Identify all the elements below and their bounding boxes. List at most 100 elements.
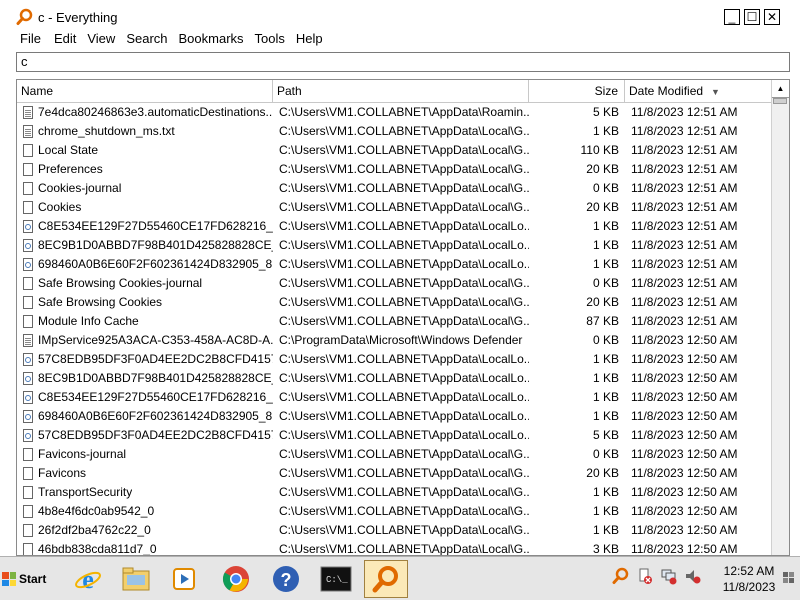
file-name: C8E534EE129F27D55460CE17FD628216_113...: [38, 219, 273, 233]
image-file-icon: [23, 220, 33, 233]
file-name-cell[interactable]: 7e4dca80246863e3.automaticDestinations..…: [17, 103, 273, 122]
windows-logo-icon: [2, 572, 16, 586]
clock[interactable]: 12:52 AM 11/8/2023: [716, 563, 782, 595]
table-row[interactable]: 7e4dca80246863e3.automaticDestinations..…: [17, 103, 773, 122]
table-row[interactable]: 57C8EDB95DF3F0AD4EE2DC2B8CFD4157 C:\Users…: [17, 350, 773, 369]
file-name-cell[interactable]: Safe Browsing Cookies-journal: [17, 274, 273, 293]
media-player-icon[interactable]: [162, 560, 206, 598]
table-row[interactable]: 698460A0B6E60F2F602361424D832905_8BB... C…: [17, 407, 773, 426]
table-row[interactable]: Cookies-journal C:\Users\VM1.COLLABNET\Ap…: [17, 179, 773, 198]
table-row[interactable]: Favicons-journal C:\Users\VM1.COLLABNET\A…: [17, 445, 773, 464]
minimize-button[interactable]: _: [724, 9, 740, 25]
chrome-icon[interactable]: [214, 560, 258, 598]
menu-tools[interactable]: Tools: [255, 30, 295, 50]
file-path: C:\Users\VM1.COLLABNET\AppData\Local\G..…: [279, 200, 529, 214]
file-name-cell[interactable]: Cookies: [17, 198, 273, 217]
internet-explorer-icon[interactable]: e: [66, 560, 110, 598]
file-name-cell[interactable]: Safe Browsing Cookies: [17, 293, 273, 312]
table-row[interactable]: chrome_shutdown_ms.txt C:\Users\VM1.COLLA…: [17, 122, 773, 141]
file-name: 26f2df2ba4762c22_0: [38, 523, 151, 537]
help-icon[interactable]: ?: [264, 560, 308, 598]
maximize-button[interactable]: ☐: [744, 9, 760, 25]
file-name-cell[interactable]: TransportSecurity: [17, 483, 273, 502]
column-size-header[interactable]: Size: [529, 80, 625, 102]
menu-bookmarks[interactable]: Bookmarks: [179, 30, 254, 50]
table-row[interactable]: 8EC9B1D0ABBD7F98B401D425828828CE_13... C:…: [17, 369, 773, 388]
command-prompt-icon[interactable]: C:\_: [314, 560, 358, 598]
table-row[interactable]: Safe Browsing Cookies C:\Users\VM1.COLLAB…: [17, 293, 773, 312]
file-name-cell[interactable]: Favicons-journal: [17, 445, 273, 464]
column-name-header[interactable]: Name: [17, 80, 273, 102]
file-name-cell[interactable]: C8E534EE129F27D55460CE17FD628216_113...: [17, 217, 273, 236]
file-name-cell[interactable]: 8EC9B1D0ABBD7F98B401D425828828CE_13...: [17, 369, 273, 388]
file-name-cell[interactable]: Preferences: [17, 160, 273, 179]
image-file-icon: [23, 239, 33, 252]
column-path-header[interactable]: Path: [273, 80, 529, 102]
file-path: C:\Users\VM1.COLLABNET\AppData\Local\G..…: [279, 276, 529, 290]
file-name-cell[interactable]: 26f2df2ba4762c22_0: [17, 521, 273, 540]
table-row[interactable]: Safe Browsing Cookies-journal C:\Users\VM…: [17, 274, 773, 293]
scroll-thumb[interactable]: [773, 98, 787, 104]
everything-tray-icon[interactable]: [612, 567, 630, 585]
table-row[interactable]: Preferences C:\Users\VM1.COLLABNET\AppDat…: [17, 160, 773, 179]
file-name-cell[interactable]: IMpService925A3ACA-C353-458A-AC8D-A...: [17, 331, 273, 350]
scroll-up-icon[interactable]: ▲: [772, 80, 789, 98]
file-size: 3 KB: [592, 542, 619, 556]
file-size: 0 KB: [592, 447, 619, 461]
table-row[interactable]: 4b8e4f6dc0ab9542_0 C:\Users\VM1.COLLABNET…: [17, 502, 773, 521]
table-row[interactable]: 26f2df2ba4762c22_0 C:\Users\VM1.COLLABNET…: [17, 521, 773, 540]
file-date-modified: 11/8/2023 12:51 AM: [631, 124, 738, 138]
clock-date: 11/8/2023: [722, 580, 776, 594]
file-name-cell[interactable]: 57C8EDB95DF3F0AD4EE2DC2B8CFD4157: [17, 426, 273, 445]
table-row[interactable]: TransportSecurity C:\Users\VM1.COLLABNET\…: [17, 483, 773, 502]
table-row[interactable]: IMpService925A3ACA-C353-458A-AC8D-A... C:…: [17, 331, 773, 350]
file-name-cell[interactable]: 4b8e4f6dc0ab9542_0: [17, 502, 273, 521]
volume-icon[interactable]: [684, 567, 702, 585]
search-input[interactable]: c: [16, 52, 790, 72]
table-row[interactable]: 698460A0B6E60F2F602361424D832905_8BB... C…: [17, 255, 773, 274]
file-icon: [23, 486, 33, 499]
clock-time: 12:52 AM: [723, 564, 775, 578]
action-center-icon[interactable]: [636, 567, 654, 585]
everything-search-icon[interactable]: [364, 560, 408, 598]
menu-view[interactable]: View: [87, 30, 125, 50]
show-desktop-flag-icon[interactable]: [782, 571, 796, 585]
start-button[interactable]: Start: [2, 564, 52, 594]
file-name-cell[interactable]: Local State: [17, 141, 273, 160]
file-size: 1 KB: [592, 371, 619, 385]
title-bar[interactable]: c - Everything _ ☐ ✕: [0, 0, 800, 30]
menu-search[interactable]: Search: [126, 30, 177, 50]
file-name-cell[interactable]: 57C8EDB95DF3F0AD4EE2DC2B8CFD4157: [17, 350, 273, 369]
vertical-scrollbar[interactable]: ▲: [771, 80, 789, 555]
table-row[interactable]: 57C8EDB95DF3F0AD4EE2DC2B8CFD4157 C:\Users…: [17, 426, 773, 445]
file-name: Favicons: [38, 466, 87, 480]
file-name-cell[interactable]: Module Info Cache: [17, 312, 273, 331]
file-date-modified: 11/8/2023 12:50 AM: [631, 523, 738, 537]
windows-explorer-icon[interactable]: [114, 560, 158, 598]
file-name-cell[interactable]: 8EC9B1D0ABBD7F98B401D425828828CE_13...: [17, 236, 273, 255]
table-row[interactable]: 8EC9B1D0ABBD7F98B401D425828828CE_13... C:…: [17, 236, 773, 255]
table-row[interactable]: Module Info Cache C:\Users\VM1.COLLABNET\…: [17, 312, 773, 331]
menu-help[interactable]: Help: [296, 30, 333, 50]
close-button[interactable]: ✕: [764, 9, 780, 25]
file-size: 5 KB: [592, 428, 619, 442]
file-name-cell[interactable]: chrome_shutdown_ms.txt: [17, 122, 273, 141]
file-name-cell[interactable]: 46bdb838cda811d7_0: [17, 540, 273, 555]
file-name-cell[interactable]: Favicons: [17, 464, 273, 483]
file-path: C:\Users\VM1.COLLABNET\AppData\Local\G..…: [279, 143, 529, 157]
table-row[interactable]: 46bdb838cda811d7_0 C:\Users\VM1.COLLABNET…: [17, 540, 773, 556]
menu-edit[interactable]: Edit: [54, 30, 86, 50]
file-path: C:\Users\VM1.COLLABNET\AppData\Local\G..…: [279, 485, 529, 499]
table-row[interactable]: Local State C:\Users\VM1.COLLABNET\AppDat…: [17, 141, 773, 160]
table-row[interactable]: Cookies C:\Users\VM1.COLLABNET\AppData\Lo…: [17, 198, 773, 217]
table-row[interactable]: C8E534EE129F27D55460CE17FD628216_113... C…: [17, 388, 773, 407]
file-name-cell[interactable]: 698460A0B6E60F2F602361424D832905_8BB...: [17, 407, 273, 426]
table-row[interactable]: Favicons C:\Users\VM1.COLLABNET\AppData\L…: [17, 464, 773, 483]
file-name-cell[interactable]: 698460A0B6E60F2F602361424D832905_8BB...: [17, 255, 273, 274]
table-row[interactable]: C8E534EE129F27D55460CE17FD628216_113... C…: [17, 217, 773, 236]
file-name-cell[interactable]: Cookies-journal: [17, 179, 273, 198]
column-date-header[interactable]: Date Modified ▼: [625, 80, 773, 102]
network-icon[interactable]: [660, 567, 678, 585]
file-name-cell[interactable]: C8E534EE129F27D55460CE17FD628216_113...: [17, 388, 273, 407]
menu-file[interactable]: File: [20, 30, 53, 50]
